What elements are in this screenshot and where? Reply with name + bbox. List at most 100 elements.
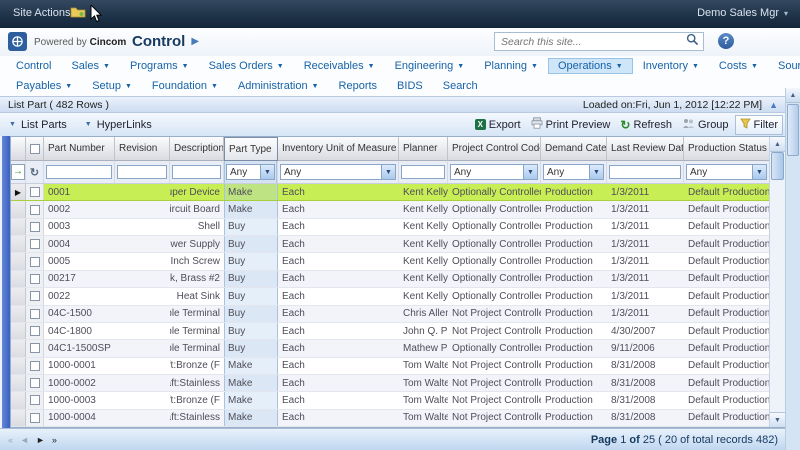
menu-item-sourcing[interactable]: Sourcing▼ <box>768 58 800 74</box>
search-icon[interactable] <box>686 33 699 51</box>
filter-input-description[interactable] <box>172 165 221 179</box>
row-checkbox[interactable] <box>26 271 44 287</box>
filter-dropdown-inventory-uom[interactable]: Any ▼ <box>280 164 396 180</box>
scroll-up-icon[interactable]: ▲ <box>786 88 800 103</box>
cell-part-type: Make <box>224 392 278 408</box>
cell-inventory-uom: Each <box>278 288 399 304</box>
column-header-planner[interactable]: Planner <box>399 137 448 161</box>
table-row[interactable]: 04C-1800 Cable Terminal Buy Each John Q.… <box>11 323 770 340</box>
search-input[interactable] <box>499 35 686 49</box>
help-icon[interactable]: ? <box>718 33 734 49</box>
menu-item-bids[interactable]: BIDS <box>387 78 433 94</box>
filter-input-part-number[interactable] <box>46 165 112 179</box>
menu-item-sales[interactable]: Sales▼ <box>61 58 119 74</box>
table-row[interactable]: 00217 Blank, Brass #2 Buy Each Kent Kell… <box>11 271 770 288</box>
column-header-project-control-code[interactable]: Project Control Code <box>448 137 541 161</box>
cell-part-number: 1000-0004 <box>44 410 115 426</box>
export-button[interactable]: X Export <box>471 117 525 133</box>
next-page-button[interactable]: ► <box>36 435 45 445</box>
menu-item-receivables[interactable]: Receivables▼ <box>294 58 385 74</box>
filter-dropdown-part-type[interactable]: Any ▼ <box>226 164 275 180</box>
table-row[interactable]: 0022 Heat Sink Buy Each Kent Kelly Optio… <box>11 288 770 305</box>
select-all-checkbox[interactable] <box>26 137 44 161</box>
table-row[interactable]: 04C1-1500SP Cable Terminal Buy Each Math… <box>11 340 770 357</box>
filter-dropdown-production-status[interactable]: Any ▼ <box>686 164 767 180</box>
table-row[interactable]: 0002 Circuit Board Make Each Kent Kelly … <box>11 201 770 218</box>
table-row[interactable]: 0005 1/2 Inch Screw Buy Each Kent Kelly … <box>11 253 770 270</box>
menu-item-costs[interactable]: Costs▼ <box>709 58 768 74</box>
table-row[interactable]: 1000-0004 Shaft:Stainless Make Each Tom … <box>11 410 770 427</box>
refresh-button[interactable]: ↻ Refresh <box>616 117 676 133</box>
filter-button[interactable]: Filter <box>735 115 783 135</box>
column-header-last-review-date[interactable]: Last Review Date <box>607 137 684 161</box>
page-vertical-scrollbar[interactable]: ▲ <box>785 88 800 450</box>
row-checkbox[interactable] <box>26 340 44 356</box>
first-page-button[interactable]: « <box>8 435 13 445</box>
menu-item-planning[interactable]: Planning▼ <box>474 58 548 74</box>
scrollbar-thumb[interactable] <box>787 104 799 156</box>
column-header-inventory-uom[interactable]: Inventory Unit of Measure <box>278 137 399 161</box>
row-checkbox[interactable] <box>26 323 44 339</box>
filter-dropdown-project-control-code[interactable]: Any ▼ <box>450 164 538 180</box>
table-row[interactable]: 04C-1500 Cable Terminal Buy Each Chris A… <box>11 306 770 323</box>
row-checkbox[interactable] <box>26 253 44 269</box>
filter-input-revision[interactable] <box>117 165 167 179</box>
tab-list-parts[interactable]: ▼ List Parts <box>0 116 76 134</box>
row-checkbox[interactable] <box>26 358 44 374</box>
row-checkbox[interactable] <box>26 306 44 322</box>
collapse-panel-icon[interactable]: ▲ <box>769 100 778 110</box>
group-button[interactable]: Group <box>678 116 733 134</box>
table-row[interactable]: 1000-0003 Shaft:Bronze (F Make Each Tom … <box>11 392 770 409</box>
menu-item-control[interactable]: Control <box>6 58 61 74</box>
cell-production-status: Default Production Sta <box>684 340 770 356</box>
row-checkbox[interactable] <box>26 201 44 217</box>
user-menu[interactable]: Demo Sales Mgr ▾ <box>697 7 788 19</box>
table-row[interactable]: 1000-0001 Shaft:Bronze (F Make Each Tom … <box>11 358 770 375</box>
tab-hyperlinks[interactable]: ▼ HyperLinks <box>76 116 161 134</box>
menu-item-payables[interactable]: Payables▼ <box>6 78 82 94</box>
cell-revision <box>115 306 170 322</box>
menu-item-setup[interactable]: Setup▼ <box>82 78 142 94</box>
menu-item-reports[interactable]: Reports <box>329 78 388 94</box>
menu-item-foundation[interactable]: Foundation▼ <box>142 78 228 94</box>
print-preview-button[interactable]: Print Preview <box>527 115 615 134</box>
apply-filter-button[interactable]: → <box>11 164 25 180</box>
table-row[interactable]: 0004 Power Supply Buy Each Kent Kelly Op… <box>11 236 770 253</box>
menu-item-operations[interactable]: Operations▼ <box>548 58 633 74</box>
table-row[interactable]: 0003 Shell Buy Each Kent Kelly Optionall… <box>11 219 770 236</box>
row-checkbox[interactable] <box>26 288 44 304</box>
row-checkbox[interactable] <box>26 375 44 391</box>
menu-item-search[interactable]: Search <box>433 78 488 94</box>
scroll-up-icon[interactable]: ▲ <box>770 137 785 152</box>
menu-item-engineering[interactable]: Engineering▼ <box>385 58 475 74</box>
column-header-part-type[interactable]: Part Type <box>224 137 278 161</box>
column-header-revision[interactable]: Revision <box>115 137 170 161</box>
table-row[interactable]: 1000-0002 Shaft:Stainless Make Each Tom … <box>11 375 770 392</box>
last-page-button[interactable]: » <box>52 435 57 445</box>
menu-item-sales-orders[interactable]: Sales Orders▼ <box>199 58 294 74</box>
row-checkbox[interactable] <box>26 236 44 252</box>
filter-dropdown-demand-category[interactable]: Any ▼ <box>543 164 604 180</box>
folder-icon[interactable] <box>70 6 86 21</box>
page-title[interactable]: Control ▶ <box>132 33 199 50</box>
table-row[interactable]: ▶ 0001 Super Device Make Each Kent Kelly… <box>11 184 770 201</box>
scrollbar-thumb[interactable] <box>771 152 784 180</box>
filter-input-planner[interactable] <box>401 165 445 179</box>
grid-vertical-scrollbar[interactable]: ▲ ▼ <box>769 137 785 427</box>
scroll-down-icon[interactable]: ▼ <box>770 412 785 427</box>
menu-item-programs[interactable]: Programs▼ <box>120 58 199 74</box>
menu-item-administration[interactable]: Administration▼ <box>228 78 329 94</box>
column-header-production-status[interactable]: Production Status <box>684 137 770 161</box>
column-header-description[interactable]: Description <box>170 137 224 161</box>
row-checkbox[interactable] <box>26 392 44 408</box>
previous-page-button[interactable]: ◄ <box>20 435 29 445</box>
cell-demand-category: Production <box>541 253 607 269</box>
row-checkbox[interactable] <box>26 410 44 426</box>
row-checkbox[interactable] <box>26 219 44 235</box>
filter-input-last-review-date[interactable] <box>609 165 681 179</box>
row-checkbox[interactable] <box>26 184 44 200</box>
column-header-part-number[interactable]: Part Number <box>44 137 115 161</box>
reset-filter-icon[interactable]: ↻ <box>30 166 39 179</box>
column-header-demand-category[interactable]: Demand Category <box>541 137 607 161</box>
menu-item-inventory[interactable]: Inventory▼ <box>633 58 709 74</box>
